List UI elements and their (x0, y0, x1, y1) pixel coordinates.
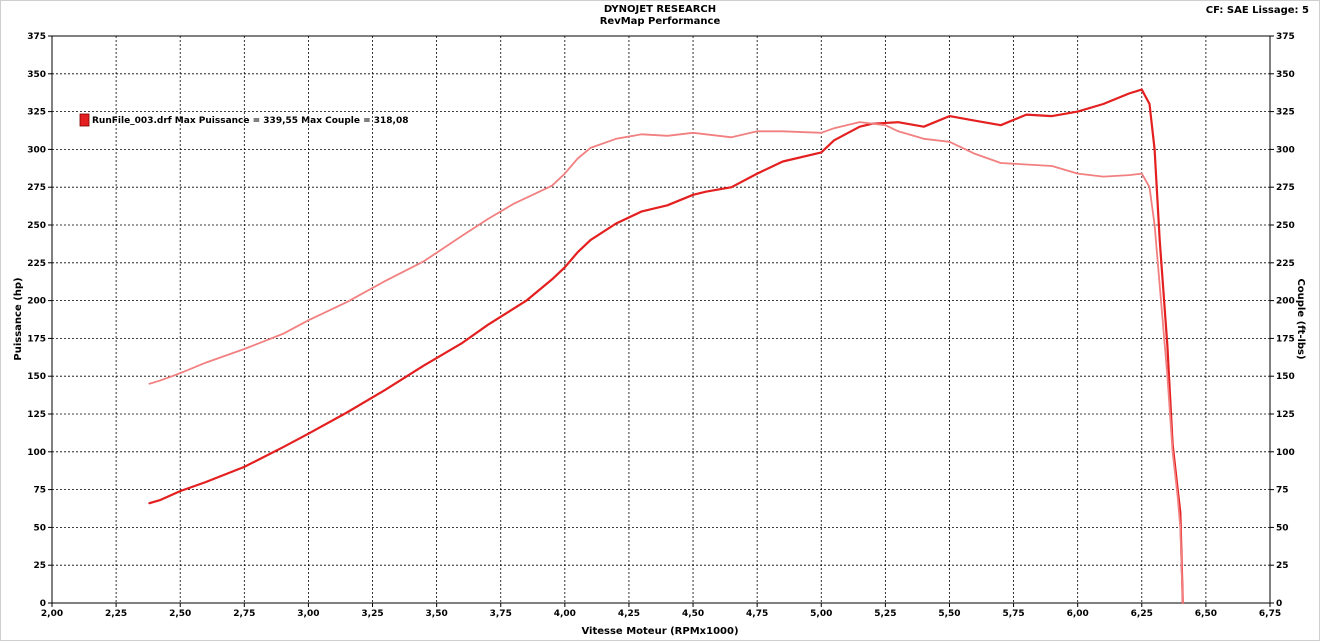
chart-svg: DYNOJET RESEARCH RevMap Performance CF: … (13, 4, 1309, 637)
y-axis-label-right: Couple (ft-lbs) (1295, 278, 1306, 359)
x-tick-label: 5,75 (1002, 609, 1024, 619)
legend-text: RunFile_003.drf Max Puissance = 339,55 M… (92, 116, 409, 126)
y-tick-label-left: 125 (27, 410, 46, 420)
y-tick-label-right: 225 (1276, 259, 1295, 269)
y-tick-label-right: 250 (1276, 221, 1295, 231)
x-tick-label: 3,50 (426, 609, 448, 619)
y-tick-label-left: 50 (33, 523, 46, 533)
y-tick-label-left: 275 (27, 183, 46, 193)
y-tick-label-right: 200 (1276, 297, 1295, 307)
y-tick-label-left: 325 (27, 108, 46, 118)
y-tick-label-right: 325 (1276, 108, 1295, 118)
y-tick-label-right: 50 (1276, 523, 1289, 533)
y-tick-label-right: 275 (1276, 183, 1295, 193)
x-tick-label: 3,75 (490, 609, 512, 619)
y-tick-label-left: 225 (27, 259, 46, 269)
chart-settings: CF: SAE Lissage: 5 (1206, 5, 1309, 16)
x-tick-label: 6,00 (1067, 609, 1089, 619)
x-tick-label: 3,25 (361, 609, 383, 619)
y-tick-label-right: 175 (1276, 334, 1295, 344)
x-tick-label: 6,75 (1259, 609, 1281, 619)
x-tick-label: 5,50 (938, 609, 960, 619)
y-tick-label-right: 100 (1276, 448, 1295, 458)
y-tick-label-left: 375 (27, 32, 46, 42)
legend-swatch (79, 113, 90, 127)
dyno-chart: DYNOJET RESEARCH RevMap Performance CF: … (0, 0, 1320, 641)
y-tick-label-right: 125 (1276, 410, 1295, 420)
x-axis-label: Vitesse Moteur (RPMx1000) (581, 626, 738, 637)
chart-subtitle: RevMap Performance (600, 16, 721, 27)
x-tick-label: 2,25 (105, 609, 127, 619)
chart-title: DYNOJET RESEARCH (604, 4, 716, 15)
x-tick-label: 2,50 (169, 609, 191, 619)
x-tick-label: 2,00 (41, 609, 63, 619)
y-tick-label-right: 350 (1276, 70, 1295, 80)
x-tick-label: 5,25 (874, 609, 896, 619)
x-tick-label: 6,25 (1131, 609, 1153, 619)
y-axis-label-left: Puissance (hp) (13, 277, 24, 360)
x-tick-label: 4,25 (618, 609, 640, 619)
x-tick-label: 3,00 (297, 609, 319, 619)
y-tick-label-left: 200 (27, 297, 46, 307)
y-tick-label-left: 300 (27, 145, 46, 155)
y-tick-label-right: 25 (1276, 561, 1289, 571)
y-tick-label-right: 0 (1276, 599, 1282, 609)
y-tick-label-left: 25 (33, 561, 46, 571)
y-tick-label-right: 375 (1276, 32, 1295, 42)
y-tick-label-left: 250 (27, 221, 46, 231)
x-tick-label: 2,75 (233, 609, 255, 619)
x-tick-label: 4,50 (682, 609, 704, 619)
x-tick-label: 6,50 (1195, 609, 1217, 619)
y-tick-label-right: 150 (1276, 372, 1295, 382)
y-tick-label-left: 175 (27, 334, 46, 344)
x-tick-label: 4,75 (746, 609, 768, 619)
y-tick-label-left: 75 (33, 486, 46, 496)
y-tick-label-left: 150 (27, 372, 46, 382)
legend: RunFile_003.drf Max Puissance = 339,55 M… (79, 113, 409, 127)
y-tick-label-right: 75 (1276, 486, 1289, 496)
y-tick-label-left: 350 (27, 70, 46, 80)
y-tick-label-left: 100 (27, 448, 46, 458)
x-tick-label: 5,00 (810, 609, 832, 619)
y-tick-label-right: 300 (1276, 145, 1295, 155)
y-tick-label-left: 0 (40, 599, 46, 609)
x-tick-label: 4,00 (554, 609, 576, 619)
